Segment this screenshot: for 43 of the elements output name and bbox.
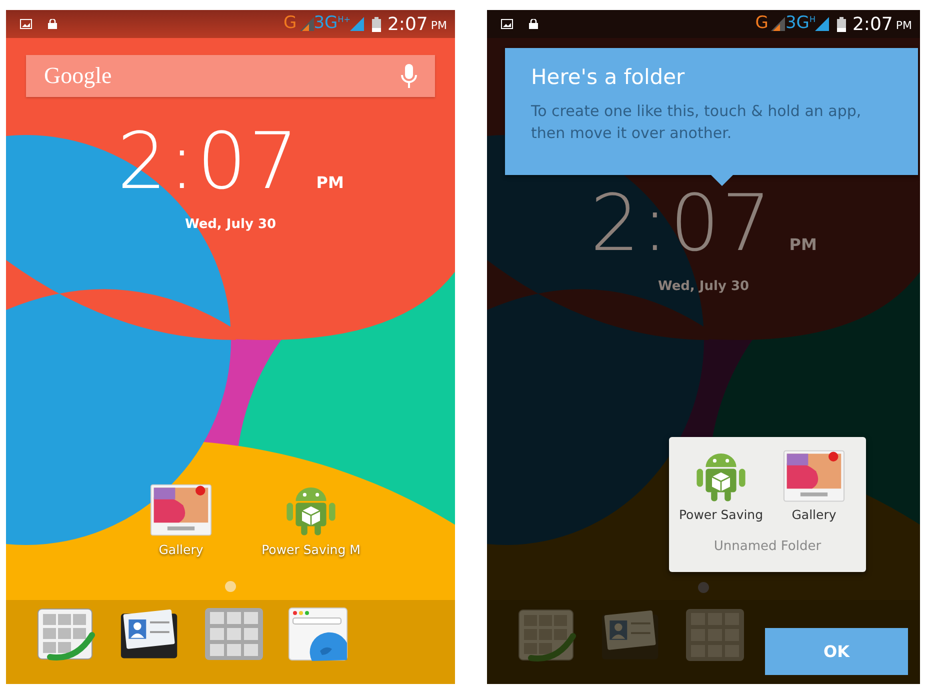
status-time: 2:07: [387, 12, 428, 36]
clock-date: Wed, July 30: [656, 278, 750, 296]
app-grid-icon[interactable]: [203, 607, 265, 662]
battery-icon: [372, 16, 382, 32]
gallery-icon[interactable]: [783, 449, 845, 503]
clock-time: 2:07: [117, 123, 300, 201]
network-type-label: H: [809, 14, 816, 26]
microphone-icon: [401, 64, 417, 88]
network-label: G: [284, 12, 297, 36]
status-time: 2:07: [852, 12, 893, 36]
signal-icon: [815, 17, 830, 31]
dialpad-icon[interactable]: [35, 607, 97, 662]
picture-icon: [501, 19, 513, 29]
clock-ampm: PM: [316, 172, 344, 194]
network-label: G: [755, 12, 768, 36]
browser-globe-icon[interactable]: [287, 607, 349, 662]
signal-icon: [771, 17, 786, 31]
network-label: 3G: [314, 12, 338, 36]
lock-icon: [529, 19, 538, 29]
folder-name: Unnamed Folder: [712, 538, 822, 556]
signal-icon: [350, 17, 364, 31]
tooltip-title: Here's a folder: [531, 64, 686, 91]
gallery-icon[interactable]: [150, 482, 212, 536]
lock-icon: [48, 19, 57, 29]
status-ampm: PM: [896, 18, 912, 34]
app-label: Power Saving: [678, 506, 764, 524]
app-label: Gallery: [158, 540, 204, 559]
battery-icon: [837, 16, 846, 32]
clock-ampm: PM: [789, 234, 817, 256]
network-label: 3G: [785, 12, 810, 36]
app-grid-icon[interactable]: [684, 608, 746, 662]
clock-time: 2:07: [590, 185, 774, 263]
ok-button[interactable]: OK: [765, 628, 908, 675]
signal-icon: [300, 17, 314, 31]
app-label: Gallery: [792, 506, 836, 524]
tooltip-text: To create one like this, touch & hold an app, then move it over another.: [531, 100, 862, 144]
search-logo: Google: [44, 62, 112, 90]
status-ampm: PM: [430, 18, 447, 34]
app-label: Power Saving M: [262, 540, 360, 559]
picture-icon: [20, 19, 32, 29]
network-type-label: H+: [338, 14, 350, 26]
dialpad-icon[interactable]: [516, 608, 578, 662]
search-bar[interactable]: Google: [26, 55, 435, 97]
